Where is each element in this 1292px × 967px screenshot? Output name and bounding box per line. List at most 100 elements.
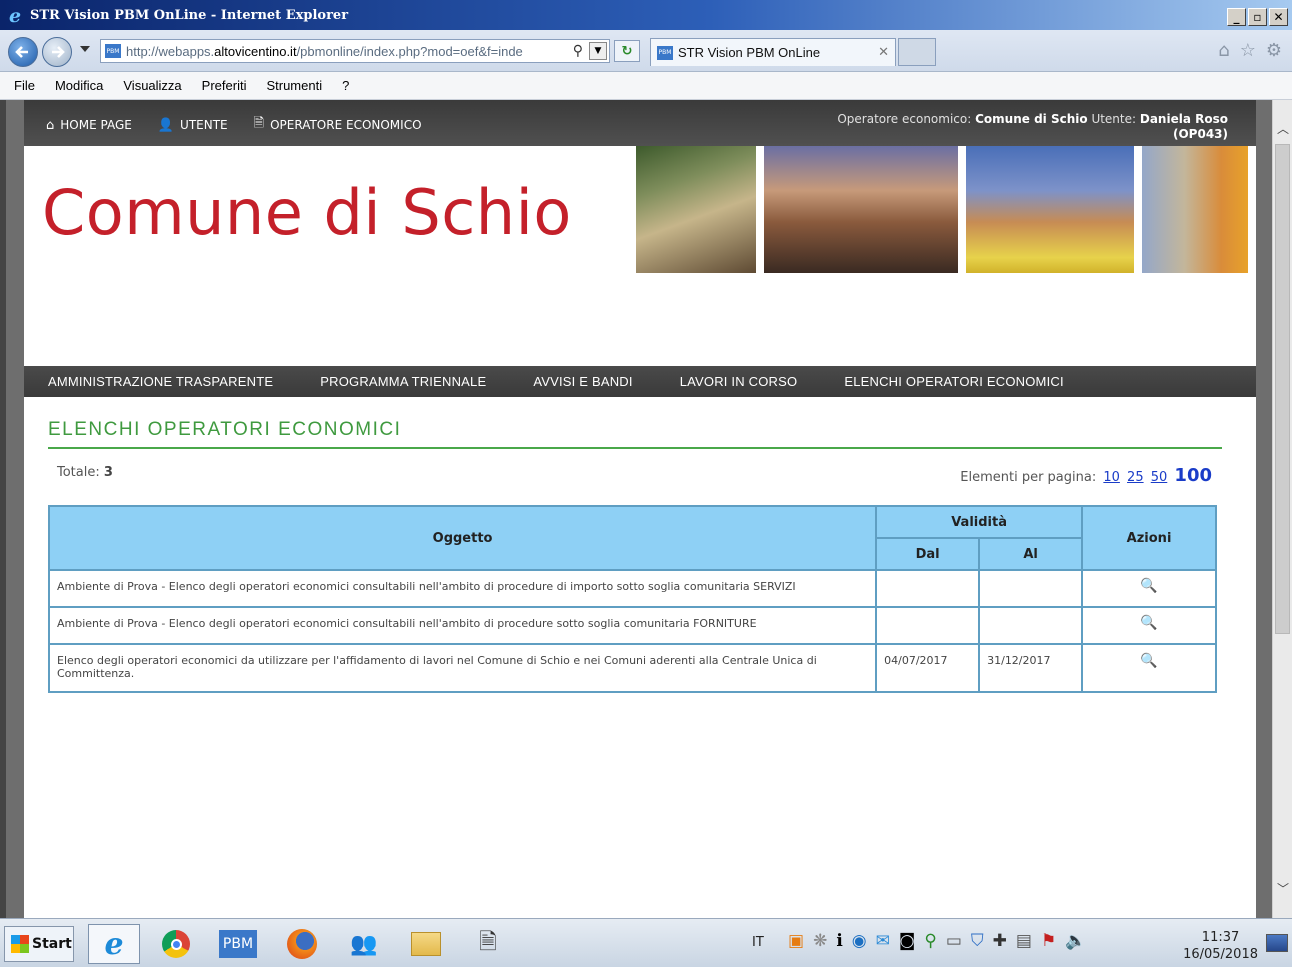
- document-icon: 🗎: [253, 116, 265, 131]
- nav-elenchi-operatori-economici[interactable]: ELENCHI OPERATORI ECONOMICI: [844, 374, 1063, 389]
- scrollbar-thumb[interactable]: [1275, 144, 1290, 634]
- people-taskbar-icon[interactable]: 👥: [338, 924, 390, 964]
- svg-text:e: e: [9, 6, 21, 24]
- menu-visualizza[interactable]: Visualizza: [123, 78, 181, 93]
- shield-icon[interactable]: ⛉: [971, 931, 984, 951]
- pbm-taskbar-icon[interactable]: PBM: [212, 924, 264, 964]
- menu-strumenti[interactable]: Strumenti: [266, 78, 322, 93]
- monitor-icon[interactable]: ▭: [946, 931, 962, 951]
- ie-taskbar-icon[interactable]: e: [88, 924, 140, 964]
- magnifier-icon[interactable]: 🔍: [1140, 653, 1157, 669]
- volume-icon[interactable]: 🔈: [1065, 931, 1086, 951]
- header-azioni: Azioni: [1081, 505, 1217, 571]
- scroll-up-icon[interactable]: ︿: [1277, 120, 1289, 137]
- address-dropdown-button[interactable]: ▼: [589, 42, 607, 60]
- tray-app-icon[interactable]: ▣: [788, 931, 804, 951]
- perpage-10-link[interactable]: 10: [1103, 470, 1120, 485]
- chrome-taskbar-icon[interactable]: [150, 924, 202, 964]
- menu-preferiti[interactable]: Preferiti: [202, 78, 247, 93]
- new-tab-button[interactable]: [898, 38, 936, 66]
- search-icon[interactable]: ⚲: [573, 43, 583, 59]
- header-photo-palace: [966, 146, 1134, 273]
- nav-programma-triennale[interactable]: PROGRAMMA TRIENNALE: [320, 374, 486, 389]
- ie-logo-icon: e: [9, 6, 21, 24]
- home-page-link[interactable]: ⌂ HOME PAGE: [46, 114, 132, 136]
- tab-close-icon[interactable]: ✕: [878, 45, 889, 60]
- perpage-label: Elementi per pagina:: [960, 470, 1097, 485]
- notepad-taskbar-icon[interactable]: 🗎: [462, 924, 514, 964]
- operator-label: Operatore economico:: [837, 112, 972, 126]
- total-count: Totale: 3: [57, 465, 113, 480]
- nav-lavori-in-corso[interactable]: LAVORI IN CORSO: [680, 374, 798, 389]
- arrow-right-icon: [52, 46, 65, 58]
- perpage-25-link[interactable]: 25: [1127, 470, 1144, 485]
- nav-amministrazione-trasparente[interactable]: AMMINISTRAZIONE TRASPARENTE: [48, 374, 273, 389]
- info-icon[interactable]: ℹ: [836, 931, 842, 951]
- show-desktop-button[interactable]: [1266, 934, 1288, 952]
- url-text[interactable]: http://webapps.altovicentino.it/pbmonlin…: [126, 44, 556, 59]
- start-label: Start: [32, 936, 72, 952]
- browser-tab[interactable]: PBM STR Vision PBM OnLine ✕: [650, 38, 896, 66]
- header-photos: [636, 146, 1248, 273]
- favorites-star-icon[interactable]: ☆: [1240, 40, 1256, 61]
- site-favicon-icon: PBM: [105, 44, 121, 58]
- utente-link[interactable]: 👤 UTENTE: [158, 114, 228, 136]
- flag-alert-icon[interactable]: ⚑: [1041, 931, 1056, 951]
- utente-label: UTENTE: [180, 118, 228, 132]
- mail-icon[interactable]: ✉: [876, 931, 890, 951]
- menu-help[interactable]: ?: [342, 78, 349, 93]
- firefox-taskbar-icon[interactable]: [276, 924, 328, 964]
- tab-title: STR Vision PBM OnLine: [678, 45, 821, 60]
- web-page: ⌂ HOME PAGE 👤 UTENTE 🗎 OPERATORE ECONOMI…: [24, 100, 1256, 918]
- header-dal: Dal: [875, 537, 981, 571]
- home-page-label: HOME PAGE: [60, 118, 132, 132]
- cell-al: [978, 569, 1084, 608]
- system-clock[interactable]: 11:37 16/05/2018: [1183, 929, 1258, 963]
- minimize-button[interactable]: _: [1227, 8, 1246, 26]
- system-tray: ▣ ❋ ℹ ◉ ✉ ◙ ⚲ ▭ ⛉ ✚ ▤ ⚑ 🔈: [788, 931, 1086, 951]
- forward-button[interactable]: [42, 37, 72, 67]
- window-controls: _ ▫ ✕: [1227, 8, 1288, 26]
- table-row: Ambiente di Prova - Elenco degli operato…: [47, 569, 1217, 608]
- menu-bar: File Modifica Visualizza Preferiti Strum…: [0, 72, 1292, 100]
- user-name: Daniela Roso: [1139, 112, 1228, 126]
- nav-avvisi-e-bandi[interactable]: AVVISI E BANDI: [533, 374, 632, 389]
- top-navigation: ⌂ HOME PAGE 👤 UTENTE 🗎 OPERATORE ECONOMI…: [46, 114, 422, 136]
- perpage-current: 100: [1174, 465, 1212, 486]
- magnifier-icon[interactable]: 🔍: [1140, 615, 1157, 631]
- table-row: Ambiente di Prova - Elenco degli operato…: [47, 606, 1217, 645]
- folder-taskbar-icon[interactable]: [400, 924, 452, 964]
- gear-icon[interactable]: ⚙: [1266, 40, 1282, 61]
- main-navigation: AMMINISTRAZIONE TRASPARENTE PROGRAMMA TR…: [24, 366, 1256, 397]
- antivirus-icon[interactable]: ✚: [993, 931, 1007, 951]
- network-icon[interactable]: ▤: [1016, 931, 1032, 951]
- window-title: STR Vision PBM OnLine - Internet Explore…: [30, 7, 349, 23]
- back-button[interactable]: [8, 37, 38, 67]
- home-icon: ⌂: [46, 117, 55, 133]
- close-button[interactable]: ✕: [1269, 8, 1288, 26]
- scroll-down-icon[interactable]: ﹀: [1277, 880, 1289, 897]
- cell-dal: [875, 569, 981, 608]
- main-content: ELENCHI OPERATORI ECONOMICI Totale: 3 El…: [24, 397, 1256, 693]
- vertical-scrollbar[interactable]: ︿ ﹀: [1272, 100, 1292, 918]
- header-photo-street: [764, 146, 958, 273]
- header-validita: Validità: [875, 505, 1084, 539]
- cell-azioni: 🔍: [1081, 606, 1217, 645]
- perpage-50-link[interactable]: 50: [1151, 470, 1168, 485]
- media-icon[interactable]: ◙: [899, 931, 916, 951]
- menu-modifica[interactable]: Modifica: [55, 78, 103, 93]
- magnifier-icon[interactable]: 🔍: [1140, 578, 1157, 594]
- operatore-economico-link[interactable]: 🗎 OPERATORE ECONOMICO: [254, 114, 422, 136]
- history-dropdown-icon[interactable]: [80, 46, 90, 52]
- menu-file[interactable]: File: [14, 78, 35, 93]
- compatibility-refresh-button[interactable]: ↻: [614, 40, 640, 62]
- sync-icon[interactable]: ◉: [852, 931, 867, 951]
- dropbox-icon[interactable]: ❋: [813, 931, 827, 951]
- maximize-button[interactable]: ▫: [1248, 8, 1267, 26]
- start-button[interactable]: Start: [4, 926, 74, 962]
- page-viewport: ⌂ HOME PAGE 👤 UTENTE 🗎 OPERATORE ECONOMI…: [6, 100, 1272, 918]
- address-bar[interactable]: PBM http://webapps.altovicentino.it/pbmo…: [100, 39, 610, 63]
- language-indicator[interactable]: IT: [752, 935, 764, 950]
- usb-icon[interactable]: ⚲: [924, 931, 936, 951]
- home-icon[interactable]: ⌂: [1218, 40, 1229, 61]
